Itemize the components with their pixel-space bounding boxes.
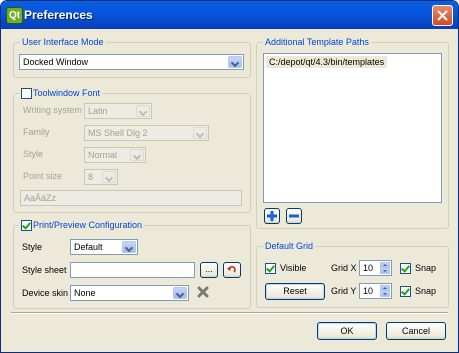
title-bar[interactable]: Qt Preferences bbox=[1, 1, 458, 29]
browse-stylesheet-button[interactable]: ... bbox=[200, 262, 218, 278]
grid-x-label: Grid X bbox=[331, 263, 357, 273]
pp-style-combo[interactable]: Default bbox=[70, 239, 138, 255]
toolwindow-font-checkbox[interactable] bbox=[21, 88, 32, 99]
spin-down-icon[interactable] bbox=[380, 268, 390, 274]
snap-x-label: Snap bbox=[415, 263, 437, 273]
minus-icon bbox=[289, 214, 299, 218]
qt-designer-icon: Qt bbox=[6, 7, 23, 24]
print-preview-title: Print/Preview Configuration bbox=[33, 220, 143, 230]
toolwindow-font-group: Toolwindow Font Writing system Latin Fam… bbox=[13, 88, 251, 213]
list-item[interactable]: C:/depot/qt/4.3/bin/templates bbox=[266, 56, 388, 68]
print-preview-group: Print/Preview Configuration Style Defaul… bbox=[13, 220, 251, 309]
grid-x-value: 10 bbox=[363, 263, 374, 273]
ui-mode-group: User Interface Mode Docked Window bbox=[13, 37, 251, 78]
device-skin-combo[interactable]: None bbox=[70, 285, 189, 301]
writing-system-label: Writing system bbox=[23, 105, 82, 115]
window-title: Preferences bbox=[24, 8, 93, 22]
writing-system-combo[interactable]: Latin bbox=[84, 103, 152, 119]
template-paths-group: Additional Template Paths C:/depot/qt/4.… bbox=[256, 37, 449, 229]
writing-system-value: Latin bbox=[88, 106, 108, 116]
close-button[interactable] bbox=[432, 5, 453, 26]
ok-button[interactable]: OK bbox=[317, 322, 377, 340]
preferences-dialog: Qt Preferences User Interface Mode Docke… bbox=[0, 0, 459, 353]
grid-visible-checkbox[interactable] bbox=[265, 263, 276, 274]
ui-mode-value: Docked Window bbox=[23, 57, 89, 67]
grid-y-spinbox[interactable]: 10 bbox=[359, 283, 392, 299]
font-style-combo[interactable]: Normal bbox=[84, 147, 146, 163]
pp-style-value: Default bbox=[74, 242, 103, 252]
grid-y-value: 10 bbox=[363, 286, 374, 296]
add-path-button[interactable] bbox=[264, 208, 280, 224]
stylesheet-label: Style sheet bbox=[22, 265, 67, 275]
default-grid-group: Default Grid Visible Reset Grid X 10 Sna… bbox=[256, 241, 449, 308]
family-value: MS Shell Dlg 2 bbox=[88, 128, 148, 138]
print-preview-header: Print/Preview Configuration bbox=[19, 220, 145, 231]
font-sample-text: AaÄáZz bbox=[24, 193, 57, 203]
grid-y-label: Grid Y bbox=[331, 286, 357, 296]
delete-x-icon[interactable] bbox=[197, 286, 209, 298]
snap-y-checkbox[interactable] bbox=[400, 286, 411, 297]
print-preview-checkbox[interactable] bbox=[21, 220, 32, 231]
device-skin-label: Device skin bbox=[22, 288, 69, 298]
family-combo[interactable]: MS Shell Dlg 2 bbox=[84, 125, 209, 141]
template-paths-title: Additional Template Paths bbox=[263, 37, 371, 48]
separator bbox=[11, 312, 448, 314]
toolwindow-font-title: Toolwindow Font bbox=[33, 88, 101, 98]
reset-stylesheet-button[interactable] bbox=[223, 262, 241, 278]
grid-x-spinbox[interactable]: 10 bbox=[359, 260, 392, 276]
family-label: Family bbox=[23, 127, 50, 137]
point-size-label: Point size bbox=[23, 171, 63, 181]
point-size-value: 8 bbox=[88, 172, 94, 182]
default-grid-title: Default Grid bbox=[263, 241, 316, 252]
chevron-down-icon[interactable] bbox=[102, 171, 116, 183]
undo-arrow-icon bbox=[227, 266, 236, 273]
style-label: Style bbox=[23, 149, 44, 159]
remove-path-button[interactable] bbox=[286, 208, 302, 224]
snap-y-label: Snap bbox=[415, 286, 437, 296]
grid-visible-label: Visible bbox=[280, 263, 307, 273]
chevron-down-icon[interactable] bbox=[193, 127, 207, 139]
plus-icon bbox=[267, 211, 277, 221]
ui-mode-title: User Interface Mode bbox=[20, 37, 106, 48]
grid-reset-button[interactable]: Reset bbox=[265, 283, 325, 300]
pp-style-label: Style bbox=[22, 242, 43, 252]
spin-down-icon[interactable] bbox=[380, 291, 390, 297]
stylesheet-input[interactable] bbox=[70, 262, 195, 278]
chevron-down-icon[interactable] bbox=[228, 56, 242, 68]
ui-mode-combo[interactable]: Docked Window bbox=[19, 54, 244, 70]
chevron-down-icon[interactable] bbox=[173, 287, 187, 299]
close-icon bbox=[437, 10, 448, 21]
snap-x-checkbox[interactable] bbox=[400, 263, 411, 274]
cancel-button[interactable]: Cancel bbox=[386, 322, 446, 340]
point-size-combo[interactable]: 8 bbox=[84, 169, 118, 185]
chevron-down-icon[interactable] bbox=[130, 149, 144, 161]
font-style-value: Normal bbox=[88, 150, 118, 160]
font-sample-box: AaÄáZz bbox=[20, 190, 242, 206]
template-paths-list[interactable]: C:/depot/qt/4.3/bin/templates bbox=[263, 53, 442, 203]
chevron-down-icon[interactable] bbox=[136, 105, 150, 117]
chevron-down-icon[interactable] bbox=[122, 241, 136, 253]
device-skin-value: None bbox=[74, 288, 96, 298]
